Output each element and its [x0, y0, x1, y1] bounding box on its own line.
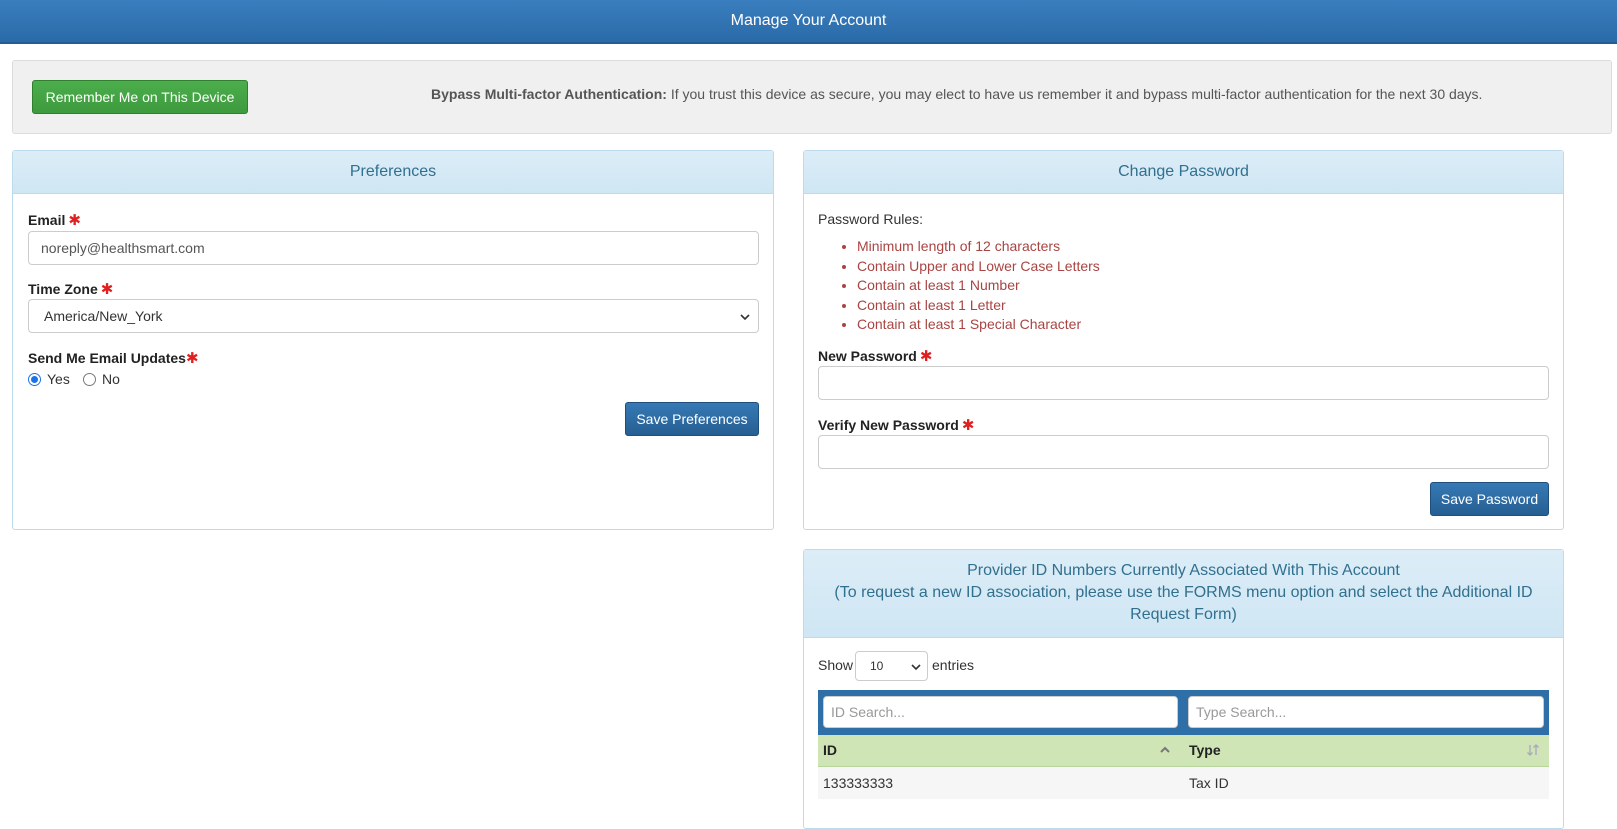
asterisk-icon: ✱	[185, 350, 199, 367]
mfa-well: Remember Me on This Device Bypass Multi-…	[12, 60, 1612, 134]
asterisk-icon: ✱	[919, 348, 933, 365]
asterisk-icon: ✱	[961, 417, 975, 434]
change-password-title: Change Password	[804, 151, 1563, 194]
column-header-type[interactable]: Type	[1189, 742, 1221, 758]
email-updates-label: Send Me Email Updates✱	[28, 349, 199, 367]
timezone-label: Time Zone ✱	[28, 280, 113, 298]
mfa-description: Bypass Multi-factor Authentication: If y…	[431, 86, 1482, 102]
save-password-button[interactable]: Save Password	[1430, 482, 1549, 516]
new-password-label-text: New Password	[818, 348, 917, 364]
radio-yes[interactable]	[28, 373, 41, 386]
email-label: Email ✱	[28, 211, 81, 229]
sort-icon[interactable]	[1526, 743, 1540, 760]
password-rule: Contain at least 1 Letter	[857, 296, 1100, 316]
mfa-bold-label: Bypass Multi-factor Authentication:	[431, 86, 667, 102]
provider-id-title-line2: (To request a new ID association, please…	[834, 584, 1533, 623]
page-header: Manage Your Account	[0, 0, 1617, 44]
id-search-input[interactable]: ID Search...	[823, 696, 1178, 728]
entries-label: entries	[932, 657, 975, 673]
radio-no-label: No	[102, 371, 120, 387]
show-label: Show	[818, 657, 854, 673]
chevron-down-icon	[911, 652, 921, 680]
new-password-field[interactable]	[818, 366, 1549, 400]
table-header-row: ID Type	[818, 735, 1549, 767]
preferences-panel: Preferences Email ✱ noreply@healthsmart.c…	[12, 150, 774, 530]
provider-id-title: Provider ID Numbers Currently Associated…	[804, 550, 1563, 638]
mfa-description-text: If you trust this device as secure, you …	[666, 86, 1483, 102]
asterisk-icon: ✱	[68, 212, 81, 229]
password-rules-list: Minimum length of 12 characters Contain …	[837, 237, 1100, 335]
new-password-label: New Password ✱	[818, 347, 932, 365]
verify-password-field[interactable]	[818, 435, 1549, 469]
provider-id-panel: Provider ID Numbers Currently Associated…	[803, 549, 1564, 829]
timezone-select[interactable]: America/New_York	[28, 299, 759, 333]
radio-yes-label: Yes	[47, 371, 70, 387]
timezone-label-text: Time Zone	[28, 281, 98, 297]
preferences-title: Preferences	[13, 151, 773, 194]
verify-password-label: Verify New Password ✱	[818, 416, 974, 434]
save-preferences-button[interactable]: Save Preferences	[625, 402, 759, 436]
entries-select[interactable]: 10	[855, 651, 928, 681]
provider-id-title-line1: Provider ID Numbers Currently Associated…	[967, 562, 1400, 579]
cell-id: 133333333	[823, 775, 894, 791]
email-updates-label-text: Send Me Email Updates	[28, 350, 186, 366]
cell-type: Tax ID	[1189, 775, 1229, 791]
column-header-id[interactable]: ID	[823, 742, 837, 758]
table-search-row: ID Search... Type Search...	[818, 690, 1549, 735]
verify-password-label-text: Verify New Password	[818, 417, 959, 433]
remember-device-button[interactable]: Remember Me on This Device	[32, 80, 248, 114]
password-rule: Contain Upper and Lower Case Letters	[857, 257, 1100, 277]
password-rule: Contain at least 1 Special Character	[857, 315, 1100, 335]
page-title: Manage Your Account	[730, 12, 887, 29]
timezone-selected-value: America/New_York	[44, 308, 163, 324]
email-label-text: Email	[28, 212, 66, 228]
change-password-panel: Change Password Password Rules: Minimum …	[803, 150, 1564, 530]
asterisk-icon: ✱	[100, 281, 114, 298]
password-rules-label: Password Rules:	[818, 211, 924, 227]
entries-selected-value: 10	[870, 659, 884, 673]
password-rule: Minimum length of 12 characters	[857, 237, 1100, 257]
table-row[interactable]: 133333333 Tax ID	[818, 767, 1549, 799]
email-field[interactable]: noreply@healthsmart.com	[28, 231, 759, 265]
type-search-input[interactable]: Type Search...	[1188, 696, 1544, 728]
chevron-up-icon[interactable]	[1159, 743, 1171, 759]
radio-no[interactable]	[83, 373, 96, 386]
chevron-down-icon	[740, 300, 750, 332]
password-rule: Contain at least 1 Number	[857, 276, 1100, 296]
